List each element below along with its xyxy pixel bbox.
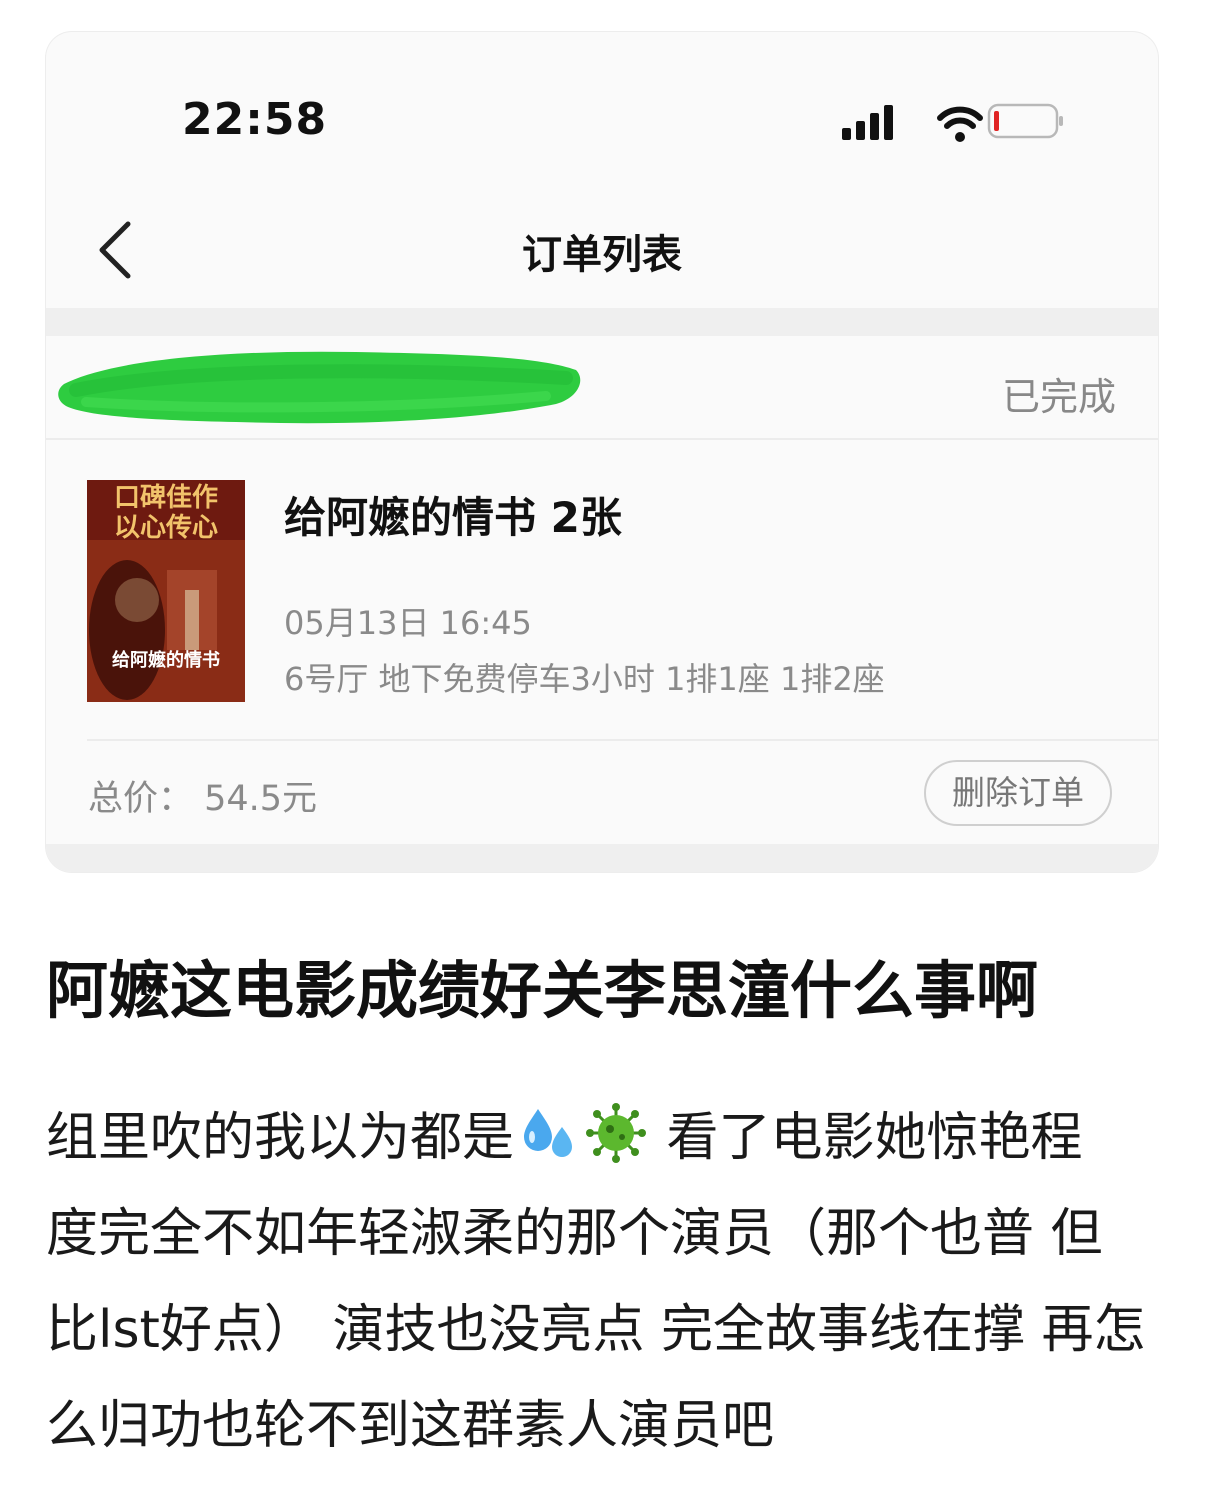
post-line-1: 组里吹的我以为都是 看了电影她惊艳程 (46, 1090, 1166, 1186)
poster-title: 给阿嬷的情书 (112, 649, 220, 671)
section-divider (46, 308, 1158, 336)
screenshot-card: 22:58 订单列表 已完成 口碑佳作 以心传心 给阿嬷的情书 给阿嬷的情书 2… (46, 32, 1158, 872)
order-status: 已完成 (1001, 375, 1116, 419)
order-header: 已完成 (46, 336, 1158, 440)
redaction-scribble (58, 351, 581, 424)
poster-text-1: 口碑佳作 (114, 483, 218, 513)
poster-text-2: 以心传心 (114, 513, 218, 543)
bottom-divider (46, 844, 1158, 872)
status-time: 22:58 (182, 94, 328, 145)
wifi-icon (937, 106, 983, 142)
post-line-3: 比lst好点） 演技也没亮点 完全故事线在撑 再怎 (46, 1300, 1146, 1360)
post-title: 阿嬷这电影成绩好关李思潼什么事啊 (46, 954, 1039, 1027)
status-icons (842, 103, 1063, 142)
page-title: 订单列表 (522, 232, 682, 278)
post-line-2: 度完全不如年轻淑柔的那个演员（那个也普 但 (46, 1204, 1103, 1264)
divider (87, 739, 1158, 741)
post-line-4: 么归功也轮不到这群素人演员吧 (46, 1396, 775, 1456)
microbe-icon (586, 1103, 647, 1163)
movie-datetime: 05月13日 16:45 (284, 604, 532, 642)
battery-icon (987, 103, 1063, 139)
sweat-droplets-icon (524, 1109, 573, 1157)
order-total: 总价： 54.5元 (88, 779, 318, 819)
delete-order-button[interactable]: 删除订单 (924, 760, 1112, 826)
movie-poster: 口碑佳作 以心传心 给阿嬷的情书 (87, 480, 245, 702)
movie-title: 给阿嬷的情书 2张 (284, 493, 622, 542)
post-body: 组里吹的我以为都是 看了电影她惊艳程 度完全不如年轻淑柔的那个演员（那个也普 但… (46, 1090, 1166, 1474)
signal-icon (842, 105, 893, 140)
movie-details: 6号厅 地下免费停车3小时 1排1座 1排2座 (284, 660, 885, 698)
